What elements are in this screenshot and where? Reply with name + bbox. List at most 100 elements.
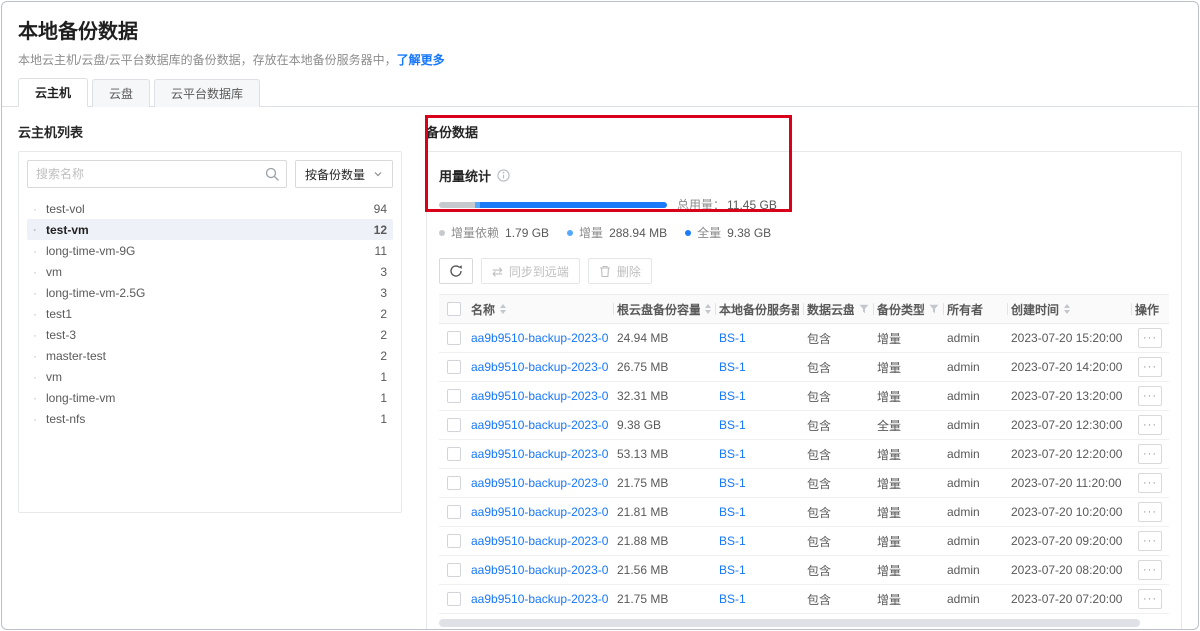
vm-list-item[interactable]: · test-3 2 [27,324,393,345]
backup-type: 增量 [873,330,943,347]
column-header-name[interactable]: 名称 [467,295,613,323]
column-header-created[interactable]: 创建时间 [1007,295,1131,323]
row-checkbox[interactable] [447,592,461,606]
vm-list-item[interactable]: · long-time-vm 1 [27,387,393,408]
sync-to-remote-button[interactable]: ⇄ 同步到远端 [481,258,580,284]
learn-more-link[interactable]: 了解更多 [397,53,445,67]
backup-server-link[interactable]: BS-1 [719,447,746,461]
sort-icon[interactable] [1064,304,1070,314]
backup-server-link[interactable]: BS-1 [719,505,746,519]
usage-bar-segment [439,202,475,208]
tab-vm[interactable]: 云主机 [18,78,88,107]
sync-button-label: 同步到远端 [509,263,569,280]
backup-size: 21.75 MB [613,592,715,606]
filter-icon[interactable] [859,304,869,314]
tab-database[interactable]: 云平台数据库 [154,79,260,107]
backup-name-link[interactable]: aa9b9510-backup-2023-07-... [471,505,609,519]
delete-button[interactable]: 删除 [588,258,652,284]
backup-name-link[interactable]: aa9b9510-backup-2023-07-... [471,563,609,577]
row-checkbox[interactable] [447,534,461,548]
backup-data-disk: 包含 [803,504,873,521]
row-actions-button[interactable]: ··· [1138,589,1162,609]
column-header-label: 备份类型 [877,301,924,318]
table-header: 名称 根云盘备份容量 本地备份服务器 数据云盘 备份类型 所有者 创建时间 操作 [439,294,1169,324]
row-actions-button[interactable]: ··· [1138,328,1162,348]
backup-server-link[interactable]: BS-1 [719,360,746,374]
filter-icon[interactable] [929,304,939,314]
row-checkbox[interactable] [447,476,461,490]
vm-list-item[interactable]: · test1 2 [27,303,393,324]
row-actions-button[interactable]: ··· [1138,473,1162,493]
backup-name-link[interactable]: aa9b9510-backup-2023-07-... [471,331,609,345]
backup-server-link[interactable]: BS-1 [719,534,746,548]
vm-name: master-test [46,349,380,363]
vm-list-item[interactable]: · long-time-vm-9G 11 [27,240,393,261]
search-input[interactable] [27,160,287,188]
backup-server-link[interactable]: BS-1 [719,563,746,577]
column-header-data_disk[interactable]: 数据云盘 [803,295,873,323]
backup-count-badge: 1 [380,370,387,384]
vm-list-item[interactable]: · master-test 2 [27,345,393,366]
row-checkbox[interactable] [447,505,461,519]
page-header: 本地备份数据 本地云主机/云盘/云平台数据库的备份数据，存放在本地备份服务器中，… [2,2,1198,68]
row-actions-button[interactable]: ··· [1138,386,1162,406]
bullet-icon: · [33,391,46,405]
sort-icon[interactable] [500,304,506,314]
column-header-size[interactable]: 根云盘备份容量 [613,295,715,323]
column-header-type[interactable]: 备份类型 [873,295,943,323]
row-checkbox[interactable] [447,360,461,374]
vm-list-item[interactable]: · vm 1 [27,366,393,387]
vm-list-item[interactable]: · vm 3 [27,261,393,282]
row-checkbox[interactable] [447,563,461,577]
backup-type: 增量 [873,504,943,521]
backup-name-link[interactable]: aa9b9510-backup-2023-07-... [471,592,609,606]
backup-server-link[interactable]: BS-1 [719,592,746,606]
backup-type: 增量 [873,533,943,550]
sort-dropdown[interactable]: 按备份数量 [295,160,393,188]
table-row: aa9b9510-backup-2023-07-... 21.81 MB BS-… [439,498,1169,527]
row-actions-button[interactable]: ··· [1138,560,1162,580]
row-actions-button[interactable]: ··· [1138,502,1162,522]
tab-volume[interactable]: 云盘 [92,79,150,107]
backup-server-link[interactable]: BS-1 [719,418,746,432]
scrollbar-thumb[interactable] [439,619,1140,627]
vm-list-item[interactable]: · long-time-vm-2.5G 3 [27,282,393,303]
row-actions-button[interactable]: ··· [1138,444,1162,464]
backup-server-link[interactable]: BS-1 [719,389,746,403]
vm-list-item[interactable]: · test-vol 94 [27,198,393,219]
row-checkbox[interactable] [447,418,461,432]
row-actions-button[interactable]: ··· [1138,357,1162,377]
backup-size: 53.13 MB [613,447,715,461]
table-toolbar: ⇄ 同步到远端 删除 [439,258,1169,284]
refresh-button[interactable] [439,258,473,284]
row-actions-button[interactable]: ··· [1138,531,1162,551]
usage-legend: 增量依赖 1.79 GB 增量 288.94 MB 全量 9.38 GB [439,224,1169,241]
backup-name-link[interactable]: aa9b9510-backup-2023-07-... [471,476,609,490]
sort-icon[interactable] [705,304,711,314]
backup-type: 增量 [873,591,943,608]
row-checkbox[interactable] [447,447,461,461]
backup-name-link[interactable]: aa9b9510-backup-2023-07-... [471,447,609,461]
bullet-icon: · [33,412,46,426]
vm-list-panel: 按备份数量 · test-vol 94 · test-vm 12 · long-… [18,151,402,513]
row-checkbox[interactable] [447,331,461,345]
legend-dot-icon [567,230,573,236]
backup-server-link[interactable]: BS-1 [719,476,746,490]
backup-name-link[interactable]: aa9b9510-backup-2023-07-... [471,418,609,432]
page-title: 本地备份数据 [18,15,1182,44]
backup-count-badge: 1 [380,412,387,426]
vm-list-item[interactable]: · test-vm 12 [27,219,393,240]
row-checkbox[interactable] [447,389,461,403]
backup-count-badge: 12 [374,223,387,237]
row-actions-button[interactable]: ··· [1138,415,1162,435]
backup-name-link[interactable]: aa9b9510-backup-2023-07-... [471,389,609,403]
info-icon[interactable] [497,169,510,182]
backup-name-link[interactable]: aa9b9510-backup-2023-07-... [471,360,609,374]
usage-total-label: 总用量： [677,198,725,212]
table-row: aa9b9510-backup-2023-07-... 21.56 MB BS-… [439,556,1169,585]
select-all-checkbox[interactable] [447,302,461,316]
backup-name-link[interactable]: aa9b9510-backup-2023-07-... [471,534,609,548]
vm-list-item[interactable]: · test-nfs 1 [27,408,393,429]
backup-size: 21.81 MB [613,505,715,519]
backup-server-link[interactable]: BS-1 [719,331,746,345]
